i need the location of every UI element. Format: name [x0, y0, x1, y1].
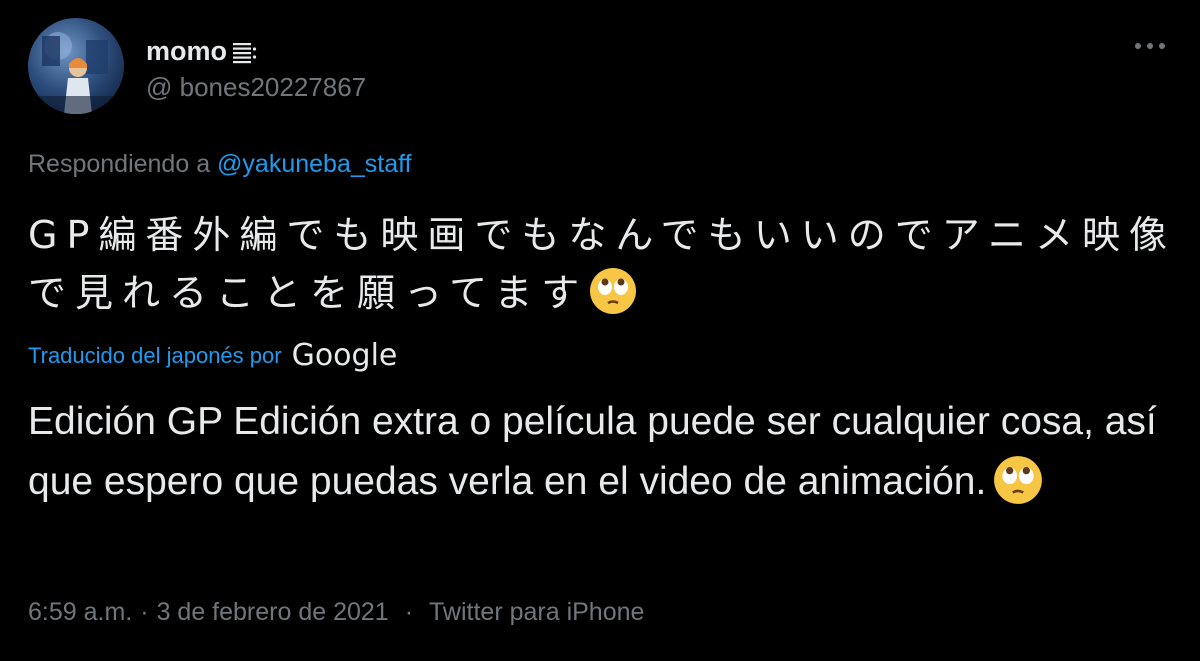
tweet-metadata: 6:59 a.m. · 3 de febrero de 2021 · Twitt…	[28, 598, 644, 627]
more-dot	[1147, 43, 1153, 49]
translated-label[interactable]: Traducido del japonés por	[28, 343, 282, 369]
display-name-text: momo	[146, 36, 227, 66]
hotspring-icon	[231, 39, 257, 65]
avatar[interactable]	[28, 18, 124, 114]
more-options-button[interactable]	[1128, 30, 1172, 62]
more-dot	[1159, 43, 1165, 49]
mention-link[interactable]: @yakuneba_staff	[217, 150, 412, 178]
meta-separator: ·	[404, 598, 414, 626]
face-with-rolling-eyes-icon	[588, 266, 638, 316]
face-with-rolling-eyes-icon	[992, 454, 1044, 506]
tweet-date[interactable]: 3 de febrero de 2021	[157, 598, 389, 627]
display-name[interactable]: momo	[146, 36, 257, 67]
tweet: momo @ bones20227867 Respondiendo a @yak…	[0, 0, 1200, 661]
tweet-source[interactable]: Twitter para iPhone	[429, 598, 644, 627]
more-dots-icon	[1135, 43, 1141, 49]
replying-to: Respondiendo a @yakuneba_staff	[28, 150, 412, 179]
tweet-time[interactable]: 6:59 a.m.	[28, 598, 132, 627]
translation-attribution: Traducido del japonés por Google	[28, 338, 397, 373]
user-handle[interactable]: @ bones20227867	[146, 72, 366, 103]
replying-prefix: Respondiendo a	[28, 150, 218, 178]
translated-text: Edición GP Edición extra o película pued…	[28, 400, 1157, 503]
meta-separator: ·	[140, 598, 149, 626]
tweet-original-text: GP編番外編でも映画でもなんでもいいのでアニメ映像で見れることを願ってます	[28, 206, 1178, 322]
google-logo: Google	[291, 338, 398, 373]
tweet-translated-text: Edición GP Edición extra o película pued…	[28, 392, 1178, 512]
